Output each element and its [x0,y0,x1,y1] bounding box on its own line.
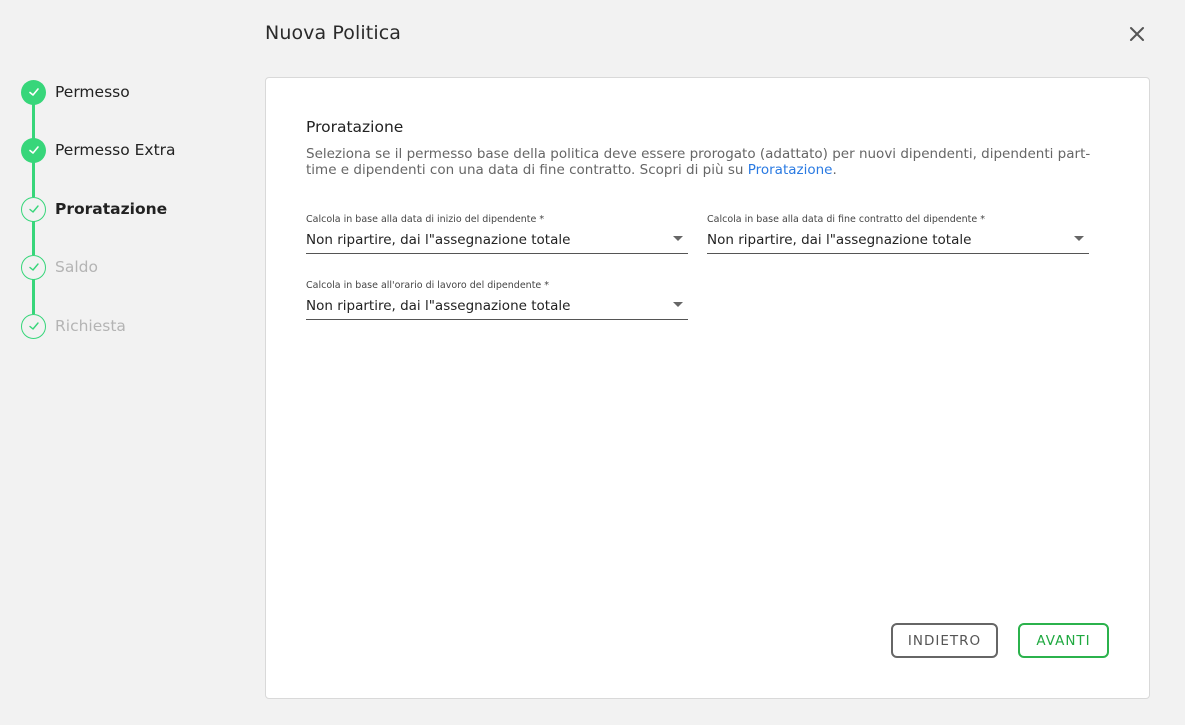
step-label: Richiesta [55,317,126,335]
form-card: Proratazione Seleziona se il permesso ba… [265,77,1150,699]
field-label: Calcola in base alla data di inizio del … [306,214,545,225]
step-connector [32,220,35,255]
check-icon [21,254,46,280]
field-value: Non ripartire, dai l"assegnazione totale [306,232,571,248]
step-permesso-extra[interactable]: Permesso Extra [21,137,176,163]
step-connector [32,161,35,197]
check-icon [21,196,46,222]
check-icon [21,79,46,105]
start-date-select[interactable]: Calcola in base alla data di inizio del … [306,214,688,254]
step-saldo[interactable]: Saldo [21,254,98,280]
dialog-title: Nuova Politica [265,22,401,44]
step-connector [32,103,35,139]
step-label: Proratazione [55,200,168,218]
check-icon [21,313,46,339]
close-icon [1130,27,1144,41]
back-button[interactable]: INDIETRO [891,623,998,658]
step-label: Saldo [55,258,98,276]
description-text: Seleziona se il permesso base della poli… [306,146,1091,178]
check-icon [21,137,46,163]
step-label: Permesso [55,83,130,101]
field-label: Calcola in base alla data di fine contra… [707,214,986,225]
work-hours-select[interactable]: Calcola in base all'orario di lavoro del… [306,280,688,320]
field-value: Non ripartire, dai l"assegnazione totale [306,298,571,314]
field-label: Calcola in base all'orario di lavoro del… [306,280,550,291]
step-permesso[interactable]: Permesso [21,79,130,105]
dropdown-arrow-icon [1074,236,1084,241]
description-end: . [832,162,837,178]
stepper: Permesso Permesso Extra Proratazione Sal… [21,79,251,339]
step-proratazione[interactable]: Proratazione [21,196,167,222]
close-button[interactable] [1126,23,1148,45]
dropdown-arrow-icon [673,302,683,307]
end-contract-select[interactable]: Calcola in base alla data di fine contra… [707,214,1089,254]
dropdown-arrow-icon [673,236,683,241]
step-connector [32,278,35,314]
next-button[interactable]: AVANTI [1018,623,1109,658]
step-richiesta[interactable]: Richiesta [21,313,126,339]
section-description: Seleziona se il permesso base della poli… [306,146,1096,178]
proratazione-link[interactable]: Proratazione [748,162,833,178]
step-label: Permesso Extra [55,141,176,159]
section-title: Proratazione [306,118,404,136]
field-value: Non ripartire, dai l"assegnazione totale [707,232,972,248]
